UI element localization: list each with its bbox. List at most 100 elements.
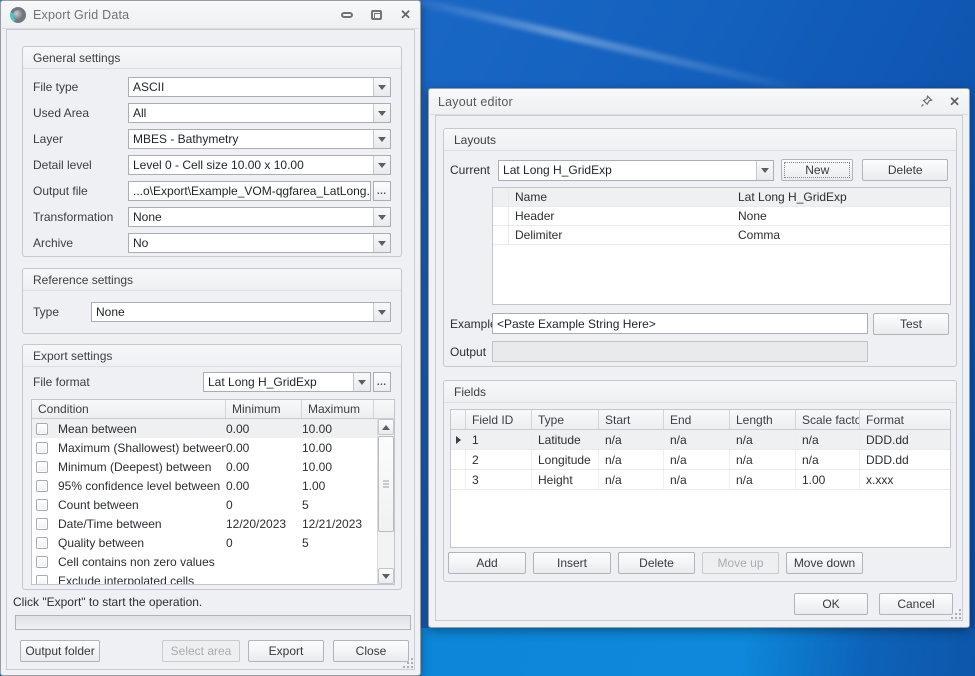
- column-header-format[interactable]: Format: [860, 410, 950, 429]
- restore-icon[interactable]: [371, 10, 382, 20]
- test-button[interactable]: Test: [873, 313, 949, 335]
- close-button[interactable]: Close: [333, 640, 409, 662]
- condition-max[interactable]: 10.00: [302, 460, 377, 474]
- cell-format[interactable]: DDD.dd: [860, 450, 950, 469]
- move-down-button[interactable]: Move down: [786, 552, 863, 574]
- table-row[interactable]: 3 Height n/a n/a n/a 1.00 x.xxx: [451, 470, 950, 490]
- column-header-length[interactable]: Length: [730, 410, 796, 429]
- cell-field-id[interactable]: 3: [466, 470, 532, 489]
- condition-min[interactable]: 0.00: [226, 460, 302, 474]
- table-row[interactable]: 1 Latitude n/a n/a n/a n/a DDD.dd: [451, 430, 950, 450]
- archive-combo[interactable]: No: [128, 233, 391, 253]
- condition-max[interactable]: 10.00: [302, 441, 377, 455]
- transformation-combo[interactable]: None: [128, 207, 391, 227]
- checkbox[interactable]: [36, 499, 48, 511]
- property-value[interactable]: Comma: [732, 228, 950, 242]
- cell-scale-factor[interactable]: n/a: [796, 430, 860, 449]
- checkbox[interactable]: [36, 537, 48, 549]
- scroll-up-icon[interactable]: [378, 419, 394, 435]
- condition-min[interactable]: 0.00: [226, 441, 302, 455]
- property-row[interactable]: Header None: [493, 207, 950, 226]
- condition-max[interactable]: 5: [302, 498, 377, 512]
- chevron-down-icon[interactable]: [373, 156, 390, 174]
- close-icon[interactable]: ✕: [400, 8, 411, 21]
- column-header-type[interactable]: Type: [532, 410, 599, 429]
- cell-start[interactable]: n/a: [599, 470, 664, 489]
- vertical-scrollbar[interactable]: [377, 419, 394, 584]
- close-icon[interactable]: ✕: [949, 95, 960, 108]
- layout-editor-titlebar[interactable]: Layout editor ✕: [430, 89, 968, 115]
- current-layout-combo[interactable]: Lat Long H_GridExp: [498, 160, 774, 181]
- table-row[interactable]: Mean between 0.00 10.00: [32, 419, 377, 438]
- cell-type[interactable]: Longitude: [532, 450, 599, 469]
- chevron-down-icon[interactable]: [373, 208, 390, 226]
- condition-max[interactable]: 1.00: [302, 479, 377, 493]
- chevron-down-icon[interactable]: [373, 78, 390, 96]
- ok-button[interactable]: OK: [794, 593, 868, 615]
- browse-button[interactable]: …: [373, 181, 391, 201]
- condition-max[interactable]: 10.00: [302, 422, 377, 436]
- condition-min[interactable]: 12/20/2023: [226, 517, 302, 531]
- checkbox[interactable]: [36, 556, 48, 568]
- cell-field-id[interactable]: 1: [466, 430, 532, 449]
- column-header-maximum[interactable]: Maximum: [302, 400, 374, 418]
- cell-type[interactable]: Height: [532, 470, 599, 489]
- output-folder-button[interactable]: Output folder: [20, 640, 100, 662]
- table-row[interactable]: Cell contains non zero values: [32, 552, 377, 571]
- property-row[interactable]: Name Lat Long H_GridExp: [493, 188, 950, 207]
- condition-max[interactable]: 12/21/2023: [302, 517, 377, 531]
- cell-end[interactable]: n/a: [664, 430, 730, 449]
- new-layout-button[interactable]: New: [781, 159, 853, 181]
- table-row[interactable]: Count between 0 5: [32, 495, 377, 514]
- export-button[interactable]: Export: [248, 640, 324, 662]
- cell-end[interactable]: n/a: [664, 450, 730, 469]
- cell-scale-factor[interactable]: 1.00: [796, 470, 860, 489]
- detail-level-combo[interactable]: Level 0 - Cell size 10.00 x 10.00: [128, 155, 391, 175]
- layer-combo[interactable]: MBES - Bathymetry: [128, 129, 391, 149]
- checkbox[interactable]: [36, 442, 48, 454]
- table-row[interactable]: 2 Longitude n/a n/a n/a n/a DDD.dd: [451, 450, 950, 470]
- table-row[interactable]: 95% confidence level between 0.00 1.00: [32, 476, 377, 495]
- column-header-start[interactable]: Start: [599, 410, 664, 429]
- cell-type[interactable]: Latitude: [532, 430, 599, 449]
- delete-field-button[interactable]: Delete: [618, 552, 695, 574]
- cell-start[interactable]: n/a: [599, 450, 664, 469]
- resize-grip[interactable]: [401, 656, 413, 668]
- chevron-down-icon[interactable]: [373, 234, 390, 252]
- add-field-button[interactable]: Add: [448, 552, 526, 574]
- file-type-combo[interactable]: ASCII: [128, 77, 391, 97]
- used-area-combo[interactable]: All: [128, 103, 391, 123]
- cell-format[interactable]: x.xxx: [860, 470, 950, 489]
- table-row[interactable]: Date/Time between 12/20/2023 12/21/2023: [32, 514, 377, 533]
- cell-length[interactable]: n/a: [730, 430, 796, 449]
- condition-min[interactable]: 0.00: [226, 479, 302, 493]
- file-format-combo[interactable]: Lat Long H_GridExp: [203, 372, 371, 392]
- cell-format[interactable]: DDD.dd: [860, 430, 950, 449]
- chevron-down-icon[interactable]: [353, 373, 370, 391]
- column-header-end[interactable]: End: [664, 410, 730, 429]
- checkbox[interactable]: [36, 461, 48, 473]
- condition-min[interactable]: 0: [226, 498, 302, 512]
- cell-length[interactable]: n/a: [730, 470, 796, 489]
- file-format-browse-button[interactable]: …: [373, 372, 391, 392]
- table-row[interactable]: Minimum (Deepest) between 0.00 10.00: [32, 457, 377, 476]
- chevron-down-icon[interactable]: [373, 130, 390, 148]
- scroll-down-icon[interactable]: [378, 568, 394, 584]
- column-header-condition[interactable]: Condition: [32, 400, 226, 418]
- output-file-input[interactable]: ...o\Export\Example_VOM-qgfarea_LatLong.…: [128, 181, 371, 201]
- export-window-titlebar[interactable]: Export Grid Data ✕: [2, 1, 419, 29]
- cancel-button[interactable]: Cancel: [879, 593, 953, 615]
- cell-start[interactable]: n/a: [599, 430, 664, 449]
- insert-field-button[interactable]: Insert: [533, 552, 611, 574]
- resize-grip[interactable]: [949, 607, 961, 619]
- table-row[interactable]: Maximum (Shallowest) between 0.00 10.00: [32, 438, 377, 457]
- property-row[interactable]: Delimiter Comma: [493, 226, 950, 245]
- chevron-down-icon[interactable]: [373, 303, 390, 321]
- checkbox[interactable]: [36, 423, 48, 435]
- property-value[interactable]: Lat Long H_GridExp: [732, 190, 950, 204]
- checkbox[interactable]: [36, 518, 48, 530]
- condition-min[interactable]: 0.00: [226, 422, 302, 436]
- property-value[interactable]: None: [732, 209, 950, 223]
- column-header-scale-factor[interactable]: Scale factor: [796, 410, 860, 429]
- checkbox[interactable]: [36, 575, 48, 585]
